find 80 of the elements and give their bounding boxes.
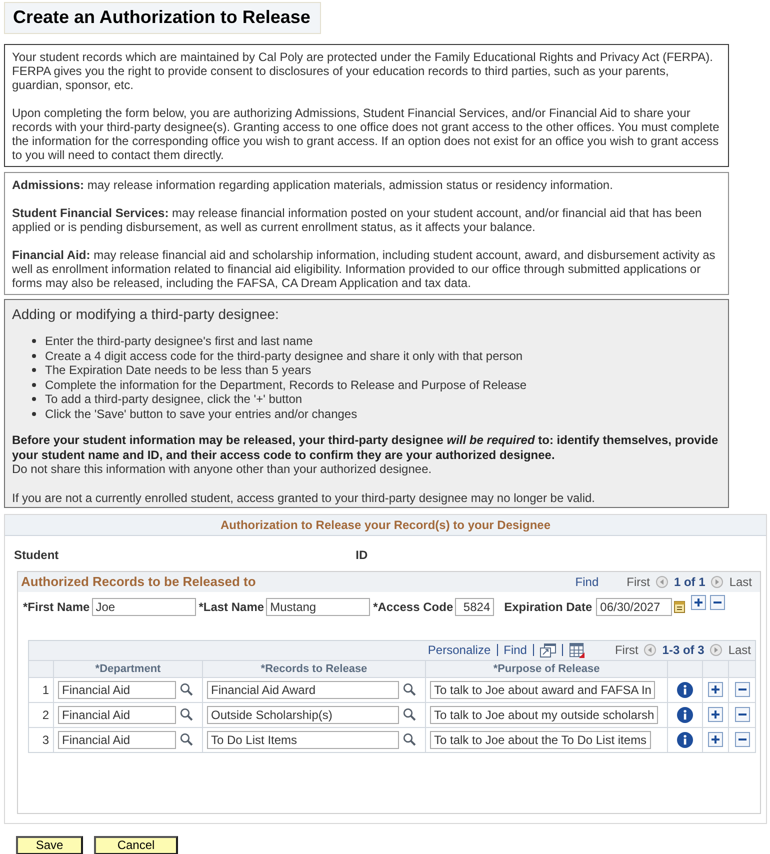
bullet-icon — [32, 412, 36, 416]
bullet-icon — [32, 339, 36, 344]
office-paragraph: Financial Aid: may release financial aid and scholarship information, including student account, award, and disbursement activity as well as enrollment information related to financial aid eligibility. Information provided to our office through submitted applications or forms may also be released, including the FAFSA, CA Dream Application and tax data. — [12, 248, 716, 290]
step-text: Create a 4 digit access code for the third-party designee and share it only with that person — [45, 348, 523, 363]
input-field[interactable]: Joe — [92, 598, 196, 616]
add-icon[interactable] — [708, 707, 723, 722]
cancel-button[interactable]: Cancel — [94, 836, 178, 854]
id-label: ID — [356, 548, 368, 562]
row-count: 1-3 of 3 — [662, 643, 704, 657]
purpose-field[interactable]: To talk to Joe about the To Do List items — [430, 730, 651, 748]
records-field[interactable]: Financial Aid Award — [207, 680, 399, 698]
last-link[interactable]: Last — [728, 643, 751, 657]
student-label: Student — [14, 548, 59, 562]
department-field[interactable]: Financial Aid — [58, 706, 176, 724]
search-icon[interactable] — [403, 733, 416, 746]
office-paragraph: Student Financial Services: may release financial information posted on your student account, and/or financial aid that has been applied or is pending disbursement, as well as current enrollment status, as it affects your balance. — [12, 206, 703, 234]
first-link[interactable]: First — [614, 643, 638, 657]
save-button[interactable]: Save — [16, 836, 83, 854]
add-icon[interactable] — [708, 732, 723, 747]
purpose-field[interactable]: To talk to Joe about award and FAFSA In — [430, 680, 656, 698]
column-header: *Department — [95, 662, 161, 674]
info-icon[interactable] — [677, 732, 693, 748]
row-number: 1 — [42, 682, 49, 696]
page-title: Create an Authorization to Release — [4, 2, 322, 34]
first-link[interactable]: First — [626, 574, 650, 588]
bullet-icon — [32, 382, 36, 387]
warning-text: Do not share this information with anyone other than your authorized designee. — [12, 462, 433, 476]
intro-paragraph: Upon completing the form below, you are authorizing Admissions, Student Financial Services, and/or Financial Aid to share your records with your third-party designee(s). Granting access to one office does not grant access to the other offices. You must complete the information for the corresponding office you wish to grant access. If an option does not exist for an office you wish to grant access to you will need to contact them directly. — [12, 106, 720, 162]
bullet-icon — [32, 397, 36, 402]
bullet-icon — [32, 368, 36, 372]
add-icon[interactable] — [708, 682, 723, 697]
row-number: 2 — [42, 708, 49, 722]
panel-title: Authorization to Release your Record(s) to your Designee — [5, 514, 766, 536]
records-title: Authorized Records to be Released to — [21, 574, 256, 589]
find-link[interactable]: Find — [575, 574, 599, 588]
field-label: *Last Name — [198, 600, 264, 614]
add-icon[interactable] — [691, 595, 706, 610]
step-text: To add a third-party designee, click the '+' button — [45, 392, 302, 406]
office-paragraph: Admissions: may release information regarding application materials, admission status or residency information. — [12, 178, 614, 192]
step-text: Enter the third-party designee's first and last name — [45, 334, 313, 348]
remove-icon[interactable] — [734, 707, 750, 722]
row-number: 3 — [42, 732, 49, 746]
search-icon[interactable] — [180, 708, 193, 721]
page-count: 1 of 1 — [674, 574, 706, 588]
field-label: *First Name — [23, 600, 90, 614]
new-window-icon[interactable] — [540, 642, 556, 658]
date-field[interactable]: 06/30/2027 — [596, 598, 672, 616]
notice-text: Before your student information may be released, your third-party designee will be required to: identify themselves, provide your student name and ID, and their access code to confirm they are your authorized designee. — [12, 433, 720, 462]
field-label: *Access Code — [373, 600, 454, 614]
search-icon[interactable] — [403, 683, 416, 696]
personalize-link[interactable]: Personalize — [428, 643, 491, 657]
remove-icon[interactable] — [734, 732, 750, 747]
step-text: Click the 'Save' button to save your entries and/or changes — [45, 406, 358, 421]
remove-icon[interactable] — [734, 682, 750, 697]
find-link[interactable]: Find — [504, 643, 527, 657]
purpose-field[interactable]: To talk to Joe about my outside scholarsh — [430, 706, 658, 724]
column-header: *Purpose of Release — [493, 662, 600, 674]
note-text: If you are not a currently enrolled student, access granted to your third-party designee may no longer be valid. — [12, 491, 596, 506]
step-text: Complete the information for the Department, Records to Release and Purpose of Release — [45, 378, 527, 392]
records-field[interactable]: Outside Scholarship(s) — [207, 706, 399, 724]
info-icon[interactable] — [677, 706, 693, 722]
intro-paragraph: Your student records which are maintained by Cal Poly are protected under the Family Educational Rights and Privacy Act (FERPA). FERPA gives you the right to provide consent to disclosures of your education records to third parties, such as your parents, guardian, sponsor, etc. — [12, 50, 714, 92]
search-icon[interactable] — [180, 683, 193, 696]
department-field[interactable]: Financial Aid — [58, 730, 176, 748]
info-icon[interactable] — [677, 682, 693, 698]
search-icon[interactable] — [180, 733, 193, 746]
search-icon[interactable] — [403, 708, 416, 721]
column-header: *Records to Release — [260, 662, 368, 674]
records-field[interactable]: To Do List Items — [207, 730, 399, 748]
field-label: Expiration Date — [504, 600, 592, 614]
last-link[interactable]: Last — [729, 574, 752, 588]
step-text: The Expiration Date needs to be less than 5 years — [45, 363, 312, 378]
instructions-heading: Adding or modifying a third-party designee: — [12, 305, 280, 323]
calendar-icon[interactable] — [674, 600, 686, 613]
remove-icon[interactable] — [710, 595, 726, 610]
spreadsheet-icon[interactable] — [568, 642, 585, 658]
input-field[interactable]: Mustang — [266, 598, 370, 616]
bullet-icon — [32, 354, 36, 358]
department-field[interactable]: Financial Aid — [58, 680, 176, 698]
input-field[interactable]: 5824 — [455, 598, 494, 616]
